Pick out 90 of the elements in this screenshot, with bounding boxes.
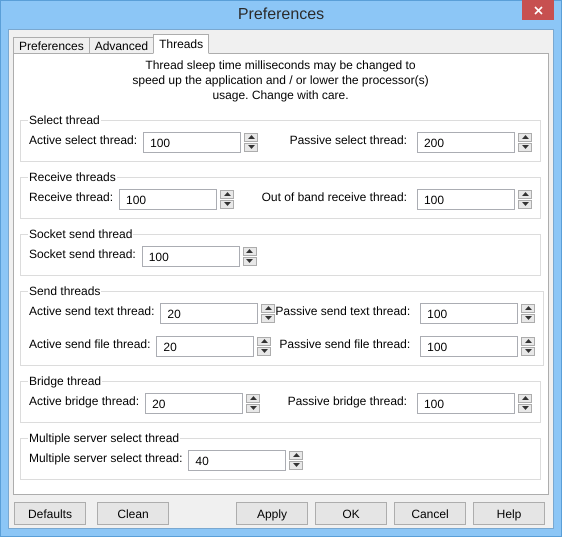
dialog-button[interactable]: Clean (97, 502, 169, 525)
spin-up-button[interactable] (521, 336, 536, 346)
group-title: Send threads (28, 284, 102, 298)
down-arrow-icon (264, 316, 272, 320)
up-arrow-icon (522, 396, 528, 400)
dialog-button[interactable]: Apply (236, 502, 308, 525)
field-label: Out of band receive thread: (262, 190, 407, 204)
up-arrow-icon (524, 339, 532, 343)
number-input[interactable]: 20 (156, 336, 254, 356)
down-arrow-icon (524, 349, 532, 353)
field-label: Passive send text thread: (275, 304, 410, 318)
number-input[interactable]: 100 (417, 188, 515, 210)
spin-down-button[interactable] (244, 142, 258, 152)
down-arrow-icon (260, 349, 268, 353)
field-label: Multiple server select thread: (29, 451, 182, 465)
spin-down-button[interactable] (521, 346, 536, 356)
number-input[interactable]: 20 (145, 392, 244, 414)
spin-up-button[interactable] (244, 132, 258, 142)
spin-up-button[interactable] (521, 304, 536, 312)
down-arrow-icon (524, 316, 532, 320)
down-arrow-icon (246, 259, 254, 263)
up-arrow-icon (522, 192, 528, 196)
number-input[interactable]: 100 (420, 336, 518, 356)
number-input[interactable]: 100 (417, 392, 515, 414)
group-title: Multiple server select thread (28, 431, 180, 445)
down-arrow-icon (292, 463, 300, 467)
spin-up-button[interactable] (220, 190, 234, 198)
group-title: Select thread (28, 113, 101, 127)
field-label: Passive select thread: (290, 133, 407, 147)
down-arrow-icon (522, 145, 528, 149)
up-arrow-icon (260, 339, 268, 343)
up-arrow-icon (522, 135, 528, 139)
group-title: Receive threads (28, 170, 117, 184)
field-label: Active bridge thread: (29, 394, 140, 408)
description-text: Thread sleep time milliseconds may be changed to speed up the application and / or lower the processor(s) usage. Change with care. (131, 58, 430, 103)
group-title: Bridge thread (28, 374, 102, 388)
up-arrow-icon (292, 453, 300, 457)
number-input[interactable]: 100 (420, 302, 518, 324)
spin-down-button[interactable] (261, 314, 276, 322)
up-arrow-icon (250, 396, 257, 400)
number-input[interactable]: 100 (143, 132, 242, 152)
spin-down-button[interactable] (220, 200, 234, 208)
up-arrow-icon (224, 192, 231, 196)
dialog-button[interactable]: OK (315, 502, 387, 525)
spin-down-button[interactable] (518, 200, 532, 208)
up-arrow-icon (524, 306, 532, 310)
field-label: Active select thread: (29, 133, 138, 147)
up-arrow-icon (246, 249, 254, 253)
down-arrow-icon (522, 202, 528, 206)
spin-down-button[interactable] (257, 346, 272, 356)
spin-up-button[interactable] (518, 132, 532, 142)
spin-down-button[interactable] (521, 314, 536, 322)
spin-up-button[interactable] (257, 336, 272, 346)
field-label: Passive bridge thread: (288, 394, 407, 408)
up-arrow-icon (248, 135, 255, 139)
close-icon (534, 6, 542, 14)
down-arrow-icon (250, 406, 257, 410)
dialog-button[interactable]: Help (473, 502, 545, 525)
field-label: Socket send thread: (29, 247, 136, 261)
down-arrow-icon (248, 145, 255, 149)
dialog-button[interactable]: Cancel (394, 502, 466, 525)
spin-down-button[interactable] (518, 404, 532, 412)
tab[interactable]: Threads (153, 34, 210, 54)
spin-up-button[interactable] (289, 450, 304, 460)
field-label: Active send text thread: (29, 304, 154, 318)
number-input[interactable]: 200 (417, 132, 515, 152)
spin-up-button[interactable] (246, 394, 260, 402)
spin-up-button[interactable] (518, 190, 532, 198)
spin-down-button[interactable] (246, 404, 260, 412)
spin-down-button[interactable] (518, 142, 532, 152)
field-label: Active send file thread: (29, 337, 150, 351)
up-arrow-icon (264, 306, 272, 310)
tab[interactable]: Preferences (13, 37, 90, 54)
number-input[interactable]: 100 (119, 188, 218, 210)
field-label: Passive send file thread: (279, 337, 410, 351)
window-title: Preferences (238, 6, 324, 24)
down-arrow-icon (522, 406, 528, 410)
dialog-button[interactable]: Defaults (14, 502, 86, 525)
field-label: Receive thread: (29, 190, 114, 204)
group-title: Socket send thread (28, 227, 134, 241)
spin-up-button[interactable] (261, 304, 276, 312)
spin-up-button[interactable] (242, 246, 257, 256)
number-input[interactable]: 100 (142, 246, 240, 266)
spin-down-button[interactable] (242, 256, 257, 266)
spin-down-button[interactable] (289, 460, 304, 470)
spin-up-button[interactable] (518, 394, 532, 402)
close-button[interactable] (522, 0, 554, 20)
down-arrow-icon (224, 202, 231, 206)
number-input[interactable]: 40 (188, 450, 286, 470)
number-input[interactable]: 20 (160, 302, 258, 324)
